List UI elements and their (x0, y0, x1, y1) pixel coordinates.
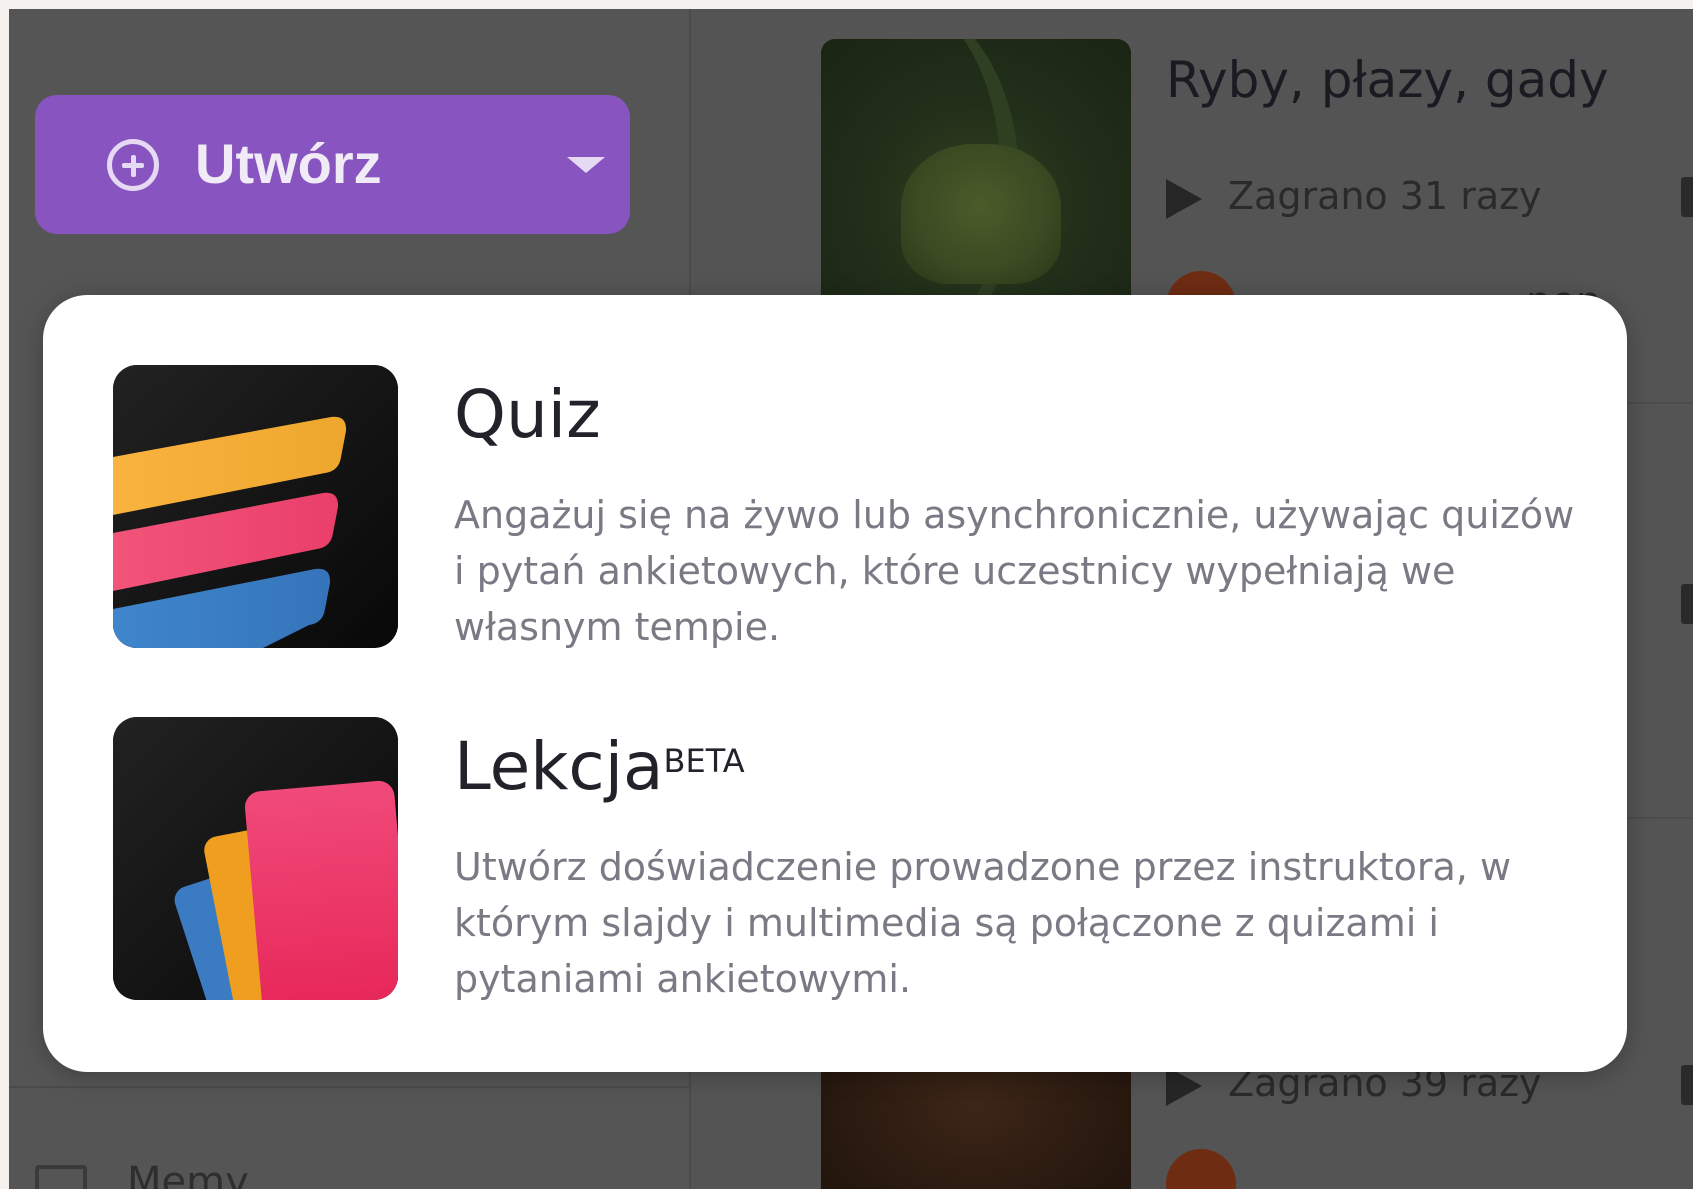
card-title[interactable]: Ryby, płazy, gady (1166, 51, 1609, 109)
book-icon (1681, 584, 1693, 624)
book-icon (1681, 177, 1693, 217)
app-window: Utwórz Memy Ryby, płazy, gady Zagrano 31… (9, 9, 1693, 1189)
plus-circle-icon (107, 139, 159, 191)
sidebar-item-label: Memy (127, 1159, 249, 1189)
chevron-down-icon[interactable] (567, 157, 605, 173)
image-icon (35, 1165, 87, 1189)
create-button[interactable]: Utwórz (35, 95, 630, 234)
card-plays: Zagrano 31 razy (1166, 174, 1542, 219)
avatar (1166, 1149, 1236, 1189)
frog-image (901, 144, 1061, 284)
beta-badge: BETA (663, 742, 745, 780)
lesson-cards-icon (113, 717, 398, 1000)
quiz-stripes-icon (113, 365, 398, 648)
create-button-label: Utwórz (195, 132, 382, 195)
card-thumbnail[interactable] (821, 1059, 1131, 1189)
card-thumbnail[interactable] (821, 39, 1131, 339)
option-title: Quiz (454, 376, 601, 453)
book-icon (1681, 1065, 1693, 1105)
option-title: LekcjaBETA (454, 728, 745, 805)
play-icon (1166, 178, 1202, 219)
create-menu-popover: Quiz Angażuj się na żywo lub asynchronic… (43, 295, 1627, 1072)
create-lesson-option[interactable]: LekcjaBETA Utwórz doświadczenie prowadzo… (113, 717, 1593, 1007)
option-description: Utwórz doświadczenie prowadzone przez in… (454, 845, 1512, 1001)
sidebar-divider (9, 1086, 689, 1088)
option-description: Angażuj się na żywo lub asynchronicznie,… (454, 493, 1575, 649)
create-quiz-option[interactable]: Quiz Angażuj się na żywo lub asynchronic… (113, 365, 1593, 655)
